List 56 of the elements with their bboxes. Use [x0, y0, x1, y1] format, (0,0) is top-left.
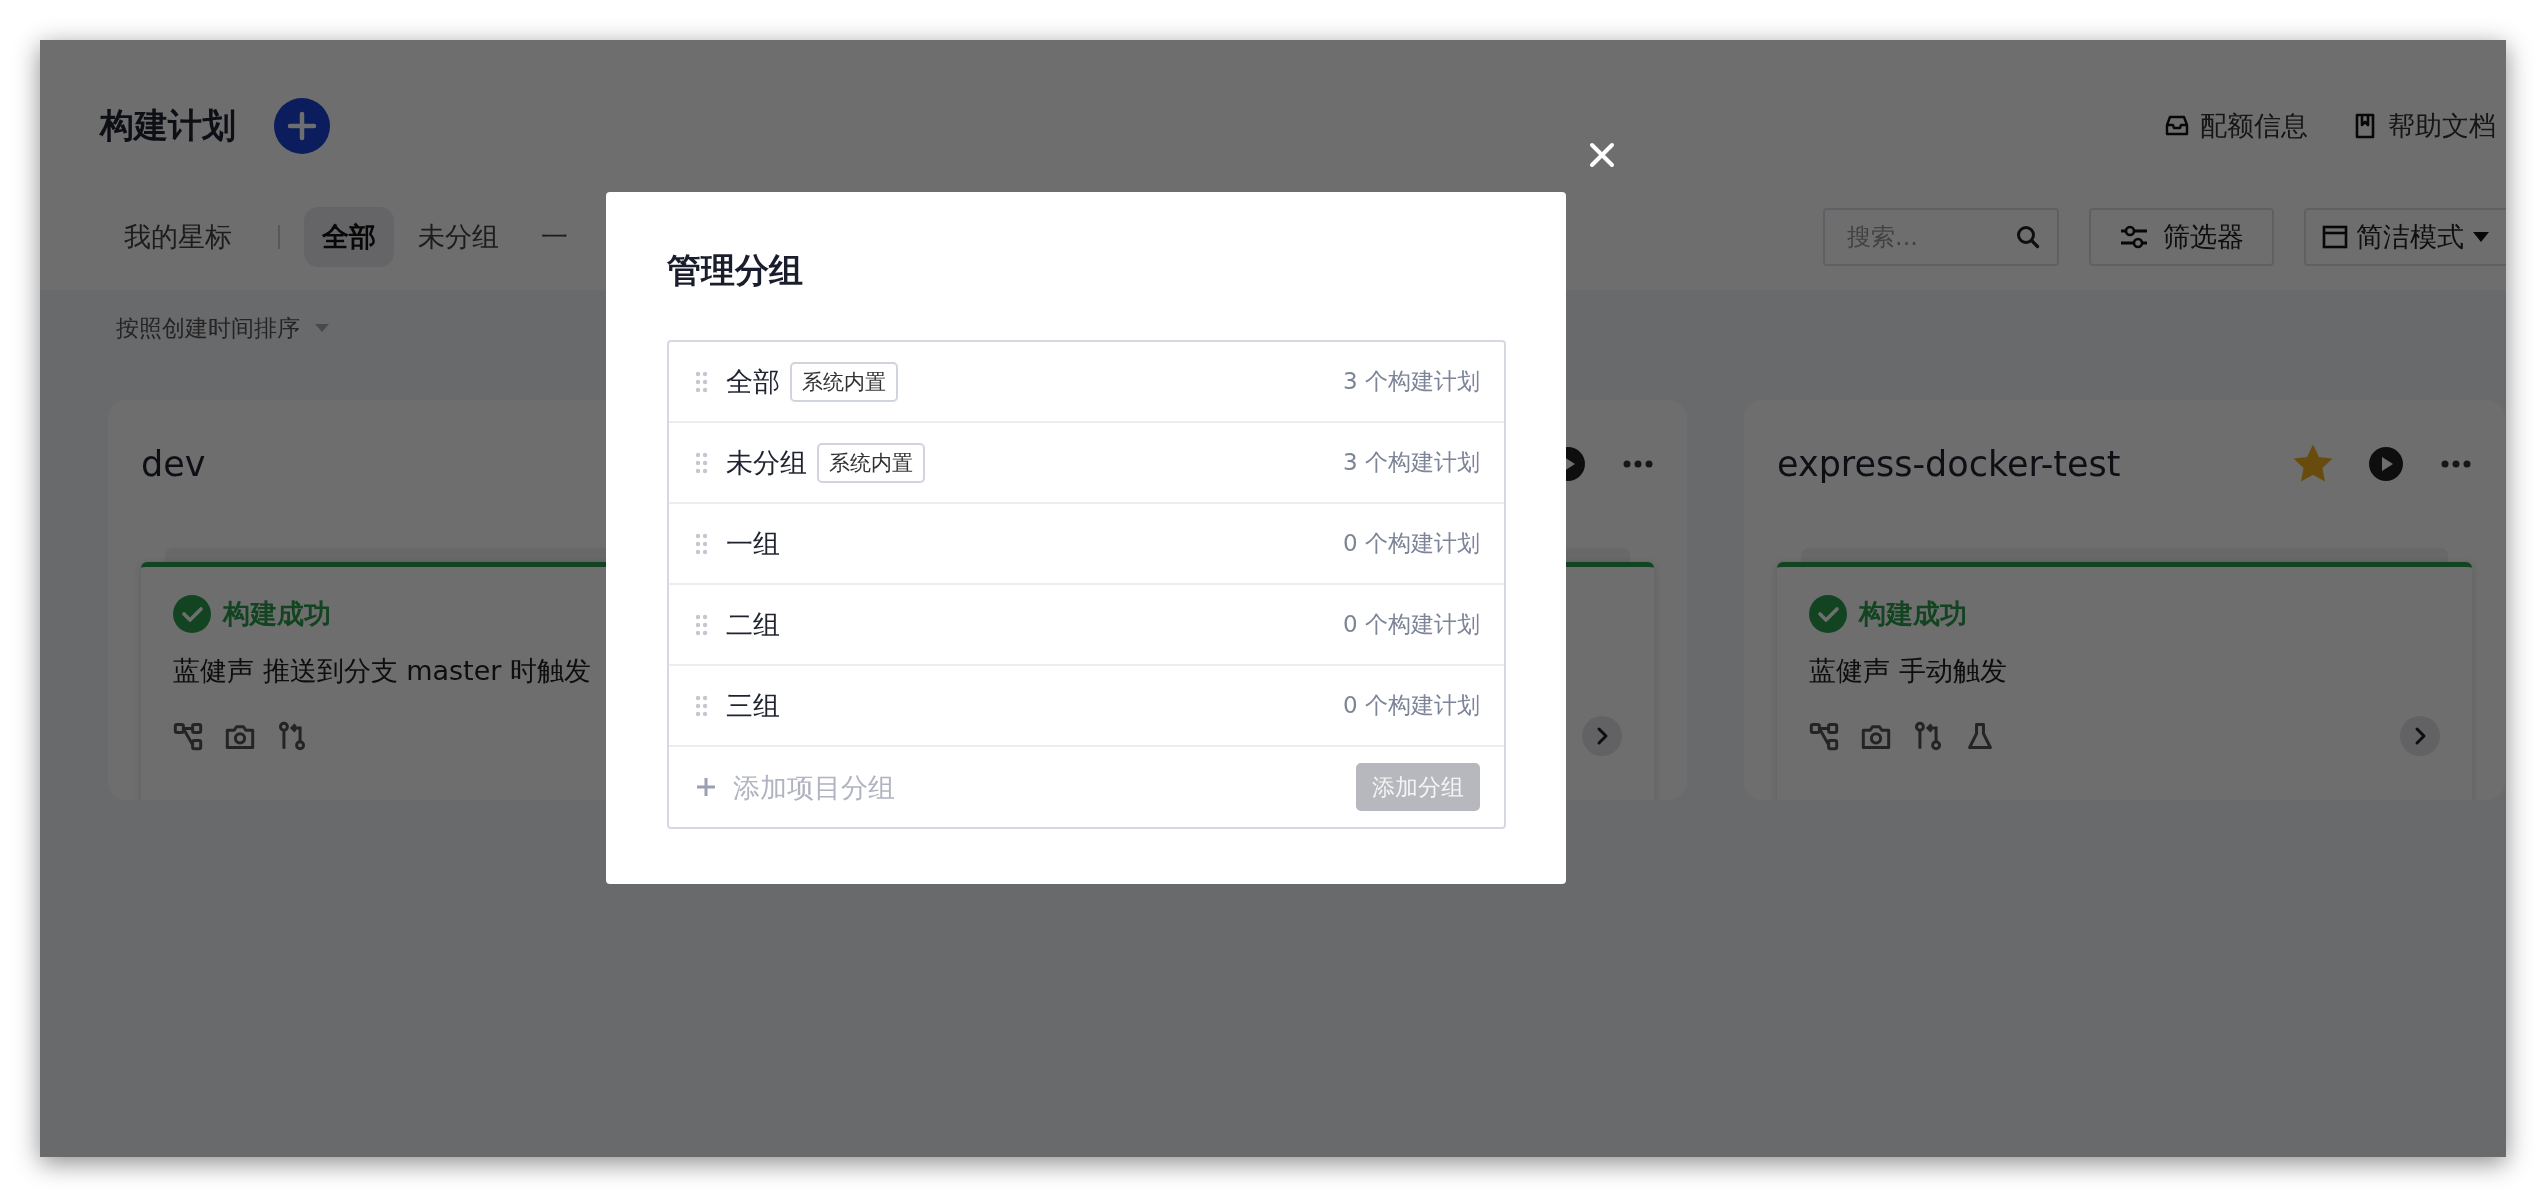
plan-name: dev — [141, 444, 206, 484]
sort-dropdown[interactable]: 按照创建时间排序 — [100, 310, 2504, 346]
plus-icon — [695, 776, 717, 798]
drag-handle-icon[interactable] — [695, 532, 708, 555]
system-tag: 系统内置 — [790, 361, 898, 402]
group-tab[interactable]: 全部 — [304, 207, 394, 267]
plan-count: 0 个构建计划 — [1343, 610, 1480, 639]
close-icon[interactable] — [1589, 142, 1615, 168]
flow-icon[interactable] — [173, 721, 203, 751]
flask-icon[interactable] — [1965, 721, 1995, 751]
merge-request-icon[interactable] — [277, 721, 307, 751]
group-name: 三组 — [726, 688, 780, 723]
add-icon[interactable] — [274, 98, 330, 154]
trigger-text: 蓝健声 手动触发 — [1809, 654, 2008, 688]
header-link[interactable]: 配额信息 — [2164, 108, 2308, 144]
plan-card[interactable]: express-docker-test 构建成功 蓝健声 手动触发 — [1744, 400, 2505, 800]
drag-handle-icon[interactable] — [695, 694, 708, 717]
dialog-title: 管理分组 — [667, 249, 804, 292]
header-link[interactable]: 帮助文档 — [2352, 108, 2496, 144]
group-name: 二组 — [726, 607, 780, 642]
group-tab[interactable]: 未分组 — [400, 207, 517, 267]
drag-handle-icon[interactable] — [695, 451, 708, 474]
group-tab[interactable]: 我的星标 — [106, 207, 250, 267]
plan-count: 3 个构建计划 — [1343, 367, 1480, 396]
more-icon[interactable] — [1622, 459, 1654, 469]
more-icon[interactable] — [2440, 459, 2472, 469]
star-icon[interactable] — [2294, 445, 2332, 483]
search-icon[interactable] — [2015, 224, 2041, 250]
group-name: 全部 — [726, 364, 780, 399]
caret-icon — [314, 323, 330, 333]
view-mode-dropdown[interactable]: 简洁模式 — [2304, 208, 2506, 266]
group-name: 一组 — [726, 526, 780, 561]
filter-button[interactable]: 筛选器 — [2089, 208, 2274, 266]
window-icon — [2322, 224, 2348, 250]
group-name: 未分组 — [726, 445, 807, 480]
group-tab[interactable]: 一 — [523, 207, 586, 267]
check-circle-icon — [173, 595, 211, 633]
chevron-right-icon[interactable] — [2400, 716, 2440, 756]
plan-count: 0 个构建计划 — [1343, 529, 1480, 558]
build-status: 构建成功 — [223, 597, 331, 631]
build-status: 构建成功 — [1859, 597, 1967, 631]
sliders-icon — [2119, 224, 2149, 250]
page-title: 构建计划 — [100, 104, 236, 147]
drag-handle-icon[interactable] — [695, 370, 708, 393]
merge-request-icon[interactable] — [1913, 721, 1943, 751]
trigger-text: 蓝健声 推送到分支 master 时触发 — [173, 654, 592, 688]
plan-name: express-docker-test — [1777, 444, 2121, 484]
plan-count: 0 个构建计划 — [1343, 691, 1480, 720]
caret-icon — [2472, 231, 2490, 243]
chevron-right-icon[interactable] — [1582, 716, 1622, 756]
system-tag: 系统内置 — [817, 442, 925, 483]
check-circle-icon — [1809, 595, 1847, 633]
build-card[interactable]: 构建成功 蓝健声 手动触发 — [1777, 562, 2472, 800]
flow-icon[interactable] — [1809, 721, 1839, 751]
drag-handle-icon[interactable] — [695, 613, 708, 636]
plan-count: 3 个构建计划 — [1343, 448, 1480, 477]
